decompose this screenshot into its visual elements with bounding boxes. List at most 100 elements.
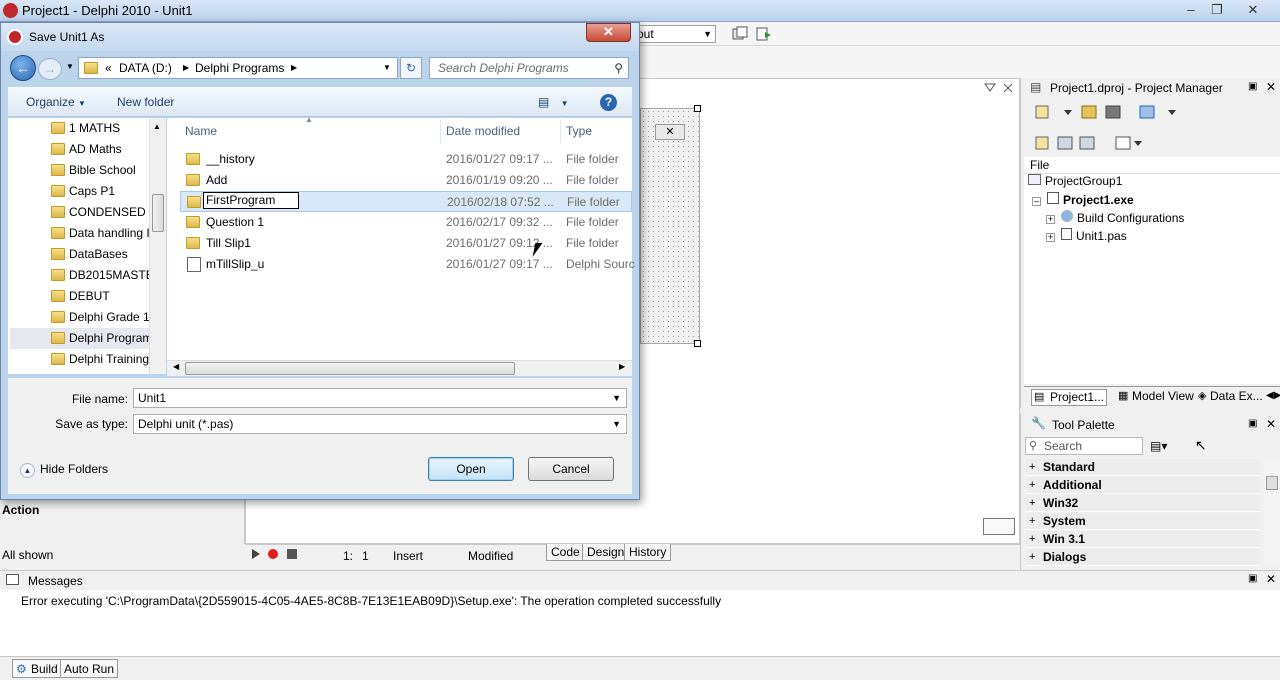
nav-folder-item[interactable]: Bible School: [10, 160, 152, 181]
form1-preview[interactable]: [640, 108, 700, 344]
nav-folder-item[interactable]: Data handling I: [10, 223, 152, 244]
open-button[interactable]: Open: [428, 457, 514, 481]
tree-node-projectgroup[interactable]: ProjectGroup1: [1028, 174, 1122, 188]
tab-auto-run[interactable]: Auto Run: [60, 659, 119, 678]
palette-category-dialogs[interactable]: Dialogs: [1026, 549, 1260, 566]
refresh-button[interactable]: ↻: [400, 57, 422, 79]
chevron-down-icon[interactable]: ▼: [383, 58, 391, 78]
file-name-field[interactable]: Unit1 ▼: [133, 388, 627, 408]
tab-project[interactable]: ▤ Project1...: [1031, 389, 1108, 406]
restore-icon[interactable]: ❐: [1204, 1, 1230, 19]
navigation-scrollbar[interactable]: ▲: [149, 118, 166, 374]
layout-combo[interactable]: out ▼: [630, 25, 716, 43]
nav-folder-item[interactable]: AD Maths: [10, 139, 152, 160]
folder-icon: [186, 174, 200, 186]
palette-category-standard[interactable]: Standard: [1026, 459, 1260, 476]
nav-folder-item[interactable]: Caps P1: [10, 181, 152, 202]
back-button[interactable]: ←: [10, 55, 36, 81]
tree-node-project[interactable]: – Project1.exe: [1032, 192, 1134, 207]
minimize-icon[interactable]: –: [1178, 1, 1204, 19]
macro-stop-icon[interactable]: [287, 549, 297, 559]
nav-folder-item[interactable]: DataBases: [10, 244, 152, 265]
nav-folder-item[interactable]: DEBUT: [10, 286, 152, 307]
nav-folder-item[interactable]: 1 MATHS: [10, 118, 152, 139]
recent-locations-icon[interactable]: ▼: [66, 62, 74, 71]
scroll-left-icon[interactable]: ◀: [173, 362, 179, 371]
hide-folders-button[interactable]: ▲ Hide Folders: [20, 462, 108, 478]
address-bar[interactable]: « DATA (D:) ▶ Delphi Programs ▶ ▼: [78, 57, 398, 79]
macro-record-icon[interactable]: [268, 549, 278, 559]
message-line[interactable]: Error executing 'C:\ProgramData\{2D55901…: [21, 594, 721, 608]
tool-palette-search[interactable]: ⚲ Search: [1025, 437, 1143, 455]
palette-category-win31[interactable]: Win 3.1: [1026, 531, 1260, 548]
nav-folder-item[interactable]: DB2015MASTEI: [10, 265, 152, 286]
tab-build[interactable]: ⚙ Build: [12, 659, 62, 678]
palette-category-win32[interactable]: Win32: [1026, 495, 1260, 512]
file-row[interactable]: mTillSlip_u 2016/01/27 09:17 ... Delphi So…: [180, 254, 635, 275]
save-as-type-select[interactable]: Delphi unit (*.pas) ▼: [133, 414, 627, 434]
layout-apply-icon[interactable]: [756, 26, 772, 42]
column-type[interactable]: Type: [566, 124, 592, 138]
nav-folder-item[interactable]: Delphi Grade 11: [10, 307, 152, 328]
pointer-icon[interactable]: ↖: [1195, 437, 1207, 454]
pin-icon[interactable]: ▣: [1248, 418, 1257, 429]
layout-save-icon[interactable]: [732, 26, 748, 42]
tab-history[interactable]: History: [624, 544, 672, 561]
tab-data-explorer[interactable]: ◈ Data Ex...: [1196, 389, 1265, 406]
folder-icon: [186, 216, 200, 228]
sort-arrow-icon: ▲: [305, 115, 313, 124]
file-row[interactable]: __history 2016/01/27 09:17 ... File folder: [180, 149, 632, 170]
cancel-button[interactable]: Cancel: [528, 457, 614, 481]
chevron-down-icon[interactable]: ▼: [612, 415, 621, 433]
breadcrumb-arrow-icon[interactable]: ▶: [291, 58, 297, 78]
views-button[interactable]: ▤ ▼: [538, 95, 569, 109]
nonvisual-component[interactable]: [983, 518, 1015, 535]
column-date-modified[interactable]: Date modified: [446, 124, 520, 138]
forward-button[interactable]: →: [38, 58, 62, 80]
file-row[interactable]: Add 2016/01/19 09:20 ... File folder: [180, 170, 632, 191]
tab-scroll-icon[interactable]: ◀▶: [1266, 390, 1280, 401]
file-row[interactable]: FirstProgram 2016/02/18 07:52 ... File fol…: [180, 191, 632, 212]
address-folder[interactable]: Delphi Programs: [195, 58, 284, 78]
new-folder-button[interactable]: New folder: [117, 95, 174, 109]
file-name: __history: [206, 152, 255, 166]
hscroll-thumb[interactable]: [185, 362, 515, 375]
scroll-thumb[interactable]: [152, 194, 164, 232]
address-drive[interactable]: DATA (D:): [119, 58, 172, 78]
dialog-close-button[interactable]: ✕: [586, 23, 631, 42]
file-row[interactable]: Question 1 2016/02/17 09:32 ... File folde…: [180, 212, 632, 233]
tool-palette-scrollbar[interactable]: [1264, 460, 1280, 564]
nav-folder-item[interactable]: CONDENSED N: [10, 202, 152, 223]
close-icon[interactable]: ✕: [1240, 1, 1266, 19]
macro-play-icon[interactable]: [252, 549, 260, 559]
file-row[interactable]: Till Slip1 2016/01/27 09:12 ... File folde…: [180, 233, 632, 254]
pin-icon[interactable]: ▣: [1248, 573, 1257, 584]
folder-icon: [51, 353, 65, 365]
close-icon[interactable]: ✕: [1266, 572, 1276, 586]
selection-handle[interactable]: [694, 340, 701, 347]
tab-model-view[interactable]: ▦ Model View: [1116, 389, 1196, 406]
close-icon[interactable]: ✕: [1266, 417, 1276, 431]
scroll-right-icon[interactable]: ▶: [619, 362, 625, 371]
search-input[interactable]: Search Delphi Programs ⚲: [429, 57, 629, 79]
nav-folder-item[interactable]: Delphi Program: [10, 328, 152, 349]
scroll-up-icon[interactable]: ▲: [153, 122, 161, 131]
tree-node-build-configurations[interactable]: + Build Configurations: [1046, 210, 1184, 225]
tab-code[interactable]: Code: [546, 544, 585, 561]
rename-input[interactable]: FirstProgram: [203, 192, 299, 209]
nav-folder-item[interactable]: Delphi Training: [10, 349, 152, 370]
breadcrumb-arrow-icon[interactable]: ▶: [183, 58, 189, 78]
help-icon[interactable]: ?: [600, 94, 617, 111]
tab-design[interactable]: Design: [582, 544, 630, 561]
palette-category-system[interactable]: System: [1026, 513, 1260, 530]
column-name[interactable]: Name: [185, 124, 217, 138]
palette-category-additional[interactable]: Additional: [1026, 477, 1260, 494]
tree-node-unit1[interactable]: + Unit1.pas: [1046, 228, 1127, 243]
selection-handle[interactable]: [694, 105, 701, 112]
close-icon[interactable]: ✕: [1266, 80, 1276, 94]
organize-button[interactable]: Organize ▼: [26, 95, 86, 109]
palette-filter-icon[interactable]: ▤▾: [1150, 439, 1167, 453]
chevron-down-icon[interactable]: ▼: [612, 389, 621, 407]
address-overflow[interactable]: «: [105, 58, 112, 78]
pin-icon[interactable]: ▣: [1248, 81, 1257, 92]
